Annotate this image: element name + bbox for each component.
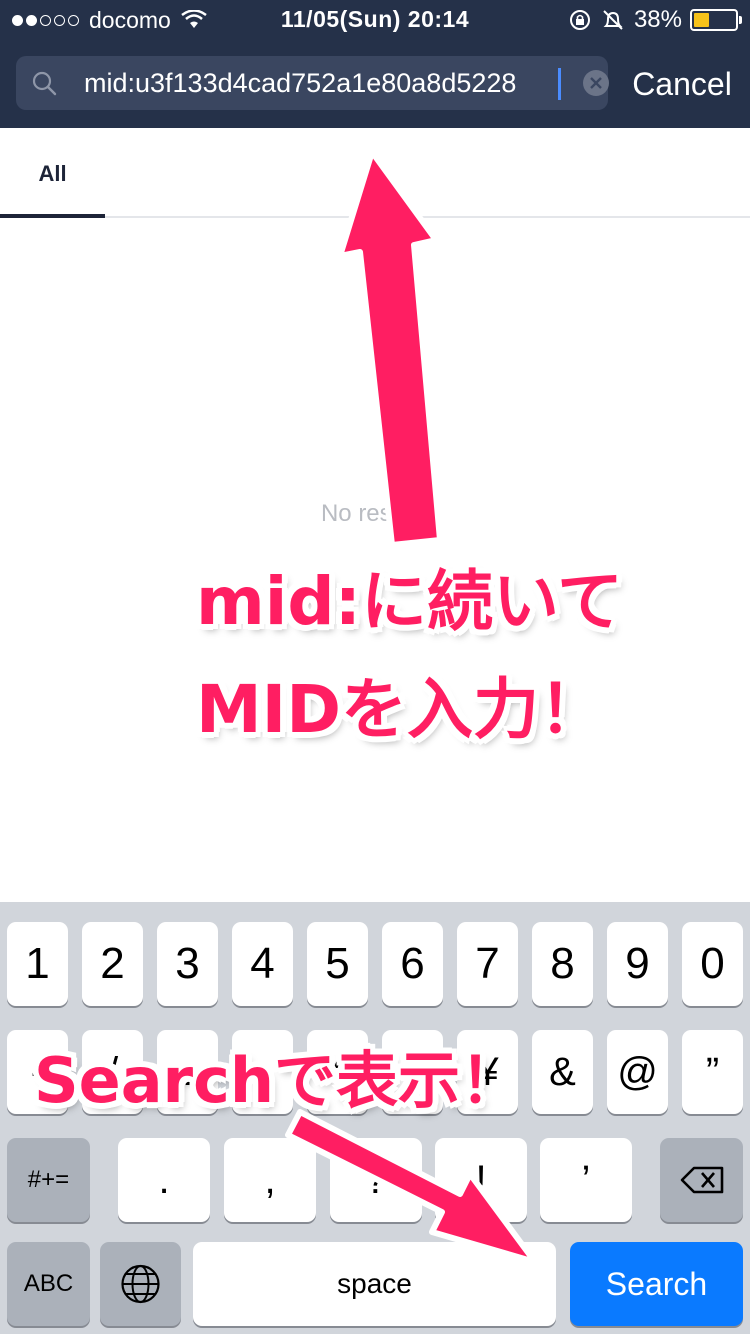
status-bar: docomo 11/05(Sun) 20:14 38% — [0, 0, 750, 40]
search-input[interactable] — [84, 64, 562, 102]
battery-percent: 38% — [633, 6, 682, 33]
key-space[interactable]: space — [193, 1242, 556, 1326]
key-4[interactable]: 4 — [232, 922, 293, 1006]
cancel-button[interactable]: Cancel — [620, 62, 744, 106]
key-question[interactable]: ? — [330, 1138, 422, 1222]
search-bar[interactable] — [16, 56, 610, 110]
key-ampersand[interactable]: & — [532, 1030, 593, 1114]
key-abc[interactable]: ABC — [7, 1242, 90, 1326]
search-header: docomo 11/05(Sun) 20:14 38% mid:u3f133d4… — [0, 0, 750, 128]
do-not-disturb-bell-icon — [603, 10, 623, 30]
key-exclamation[interactable]: ! — [435, 1138, 527, 1222]
key-8[interactable]: 8 — [532, 922, 593, 1006]
key-quote[interactable]: ” — [682, 1030, 743, 1114]
backspace-icon — [680, 1166, 724, 1194]
key-3[interactable]: 3 — [157, 922, 218, 1006]
annotation-line2: MIDを入力！ — [196, 671, 606, 748]
result-tabs: All — [0, 128, 750, 218]
globe-icon — [121, 1264, 160, 1304]
key-at[interactable]: @ — [607, 1030, 668, 1114]
key-7[interactable]: 7 — [457, 922, 518, 1006]
no-results-text: No results — [320, 500, 430, 527]
clear-icon[interactable] — [582, 69, 610, 97]
key-2[interactable]: 2 — [82, 922, 143, 1006]
key-9[interactable]: 9 — [607, 922, 668, 1006]
rotation-lock-icon — [569, 10, 590, 30]
key-more-symbols[interactable]: #+= — [7, 1138, 90, 1222]
key-search[interactable]: Search — [570, 1242, 743, 1326]
key-backspace[interactable] — [660, 1138, 743, 1222]
key-apostrophe[interactable]: ’ — [540, 1138, 632, 1222]
battery-icon — [690, 9, 742, 31]
key-globe[interactable] — [100, 1242, 181, 1326]
text-cursor — [558, 68, 561, 100]
tab-all[interactable]: All — [0, 128, 105, 218]
annotation-line1: mid:に続いて — [196, 563, 624, 640]
annotation-line3: Searchで表示！ — [34, 1044, 523, 1117]
key-comma[interactable]: , — [224, 1138, 316, 1222]
key-6[interactable]: 6 — [382, 922, 443, 1006]
key-5[interactable]: 5 — [307, 922, 368, 1006]
key-0[interactable]: 0 — [682, 922, 743, 1006]
key-period[interactable]: . — [118, 1138, 210, 1222]
key-1[interactable]: 1 — [7, 922, 68, 1006]
search-icon — [32, 71, 57, 96]
